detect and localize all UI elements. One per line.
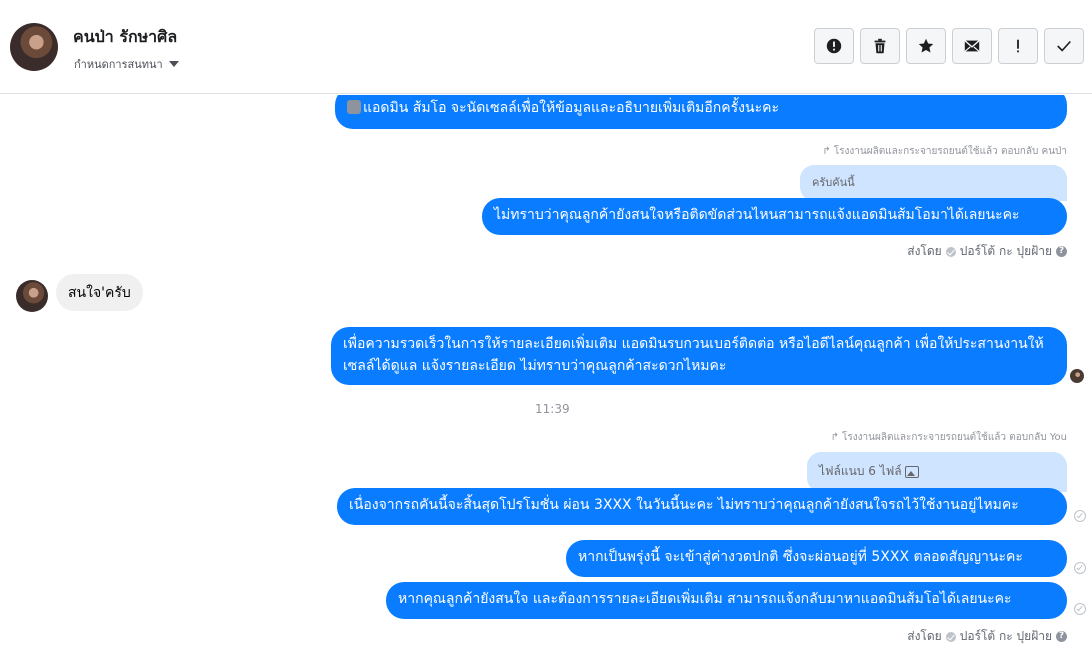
read-receipt-avatar bbox=[1070, 369, 1084, 383]
incoming-message[interactable]: สนใจ'ครับ bbox=[56, 274, 143, 311]
sent-check-icon bbox=[1074, 510, 1086, 522]
assign-conversation-dropdown[interactable]: กำหนดการสนทนา bbox=[74, 55, 179, 73]
alert-circle-icon bbox=[826, 38, 842, 54]
sent-check-icon bbox=[1074, 603, 1086, 615]
contact-avatar[interactable] bbox=[10, 23, 58, 71]
sent-check-icon bbox=[1074, 562, 1086, 574]
message-text: แอดมิน ส้มโอ จะนัดเซลล์เพื่อให้ข้อมูลและ… bbox=[363, 100, 779, 116]
sent-by-label: ส่งโดย bbox=[907, 629, 942, 643]
trash-icon bbox=[874, 38, 886, 54]
assign-label: กำหนดการสนทนา bbox=[74, 58, 163, 71]
check-icon bbox=[1057, 40, 1071, 52]
reply-arrow-icon: ↱ bbox=[822, 146, 831, 157]
quoted-message[interactable]: ครับคันนี้ bbox=[800, 165, 1067, 201]
exclamation-icon bbox=[1017, 39, 1019, 53]
verified-icon bbox=[945, 246, 956, 257]
outgoing-message[interactable]: หากเป็นพรุ่งนี้ จะเข้าสู่ค่างวดปกติ ซึ่ง… bbox=[566, 540, 1067, 577]
done-button[interactable] bbox=[1044, 28, 1084, 64]
quoted-text: ไฟล์แนบ 6 ไฟล์ bbox=[819, 464, 902, 478]
spam-button[interactable] bbox=[814, 28, 854, 64]
quoted-attachment[interactable]: ไฟล์แนบ 6 ไฟล์ bbox=[807, 452, 1067, 492]
image-icon bbox=[905, 465, 920, 478]
star-icon bbox=[918, 38, 934, 53]
verified-icon bbox=[945, 631, 956, 642]
help-icon[interactable]: ? bbox=[1056, 631, 1067, 642]
message-thread[interactable]: แอดมิน ส้มโอ จะนัดเซลล์เพื่อให้ข้อมูลและ… bbox=[0, 95, 1092, 670]
conversation-toolbar bbox=[814, 28, 1084, 64]
sent-by-label: ส่งโดย bbox=[907, 244, 942, 258]
delete-button[interactable] bbox=[860, 28, 900, 64]
reply-context-text: โรงงานผลิตและกระจายรถยนต์ใช้แล้ว ตอบกลับ… bbox=[842, 432, 1067, 443]
outgoing-message[interactable]: หากคุณลูกค้ายังสนใจ และต้องการรายละเอียด… bbox=[386, 582, 1067, 619]
sent-by-info: ส่งโดย ปอร์โต้ กะ ปุยฝ้าย ? bbox=[907, 627, 1067, 646]
contact-name[interactable]: คนป่า รักษาศิล bbox=[73, 25, 177, 50]
outgoing-message[interactable]: ไม่ทราบว่าคุณลูกค้ายังสนใจหรือติดขัดส่วน… bbox=[482, 198, 1067, 235]
help-icon[interactable]: ? bbox=[1056, 246, 1067, 257]
outgoing-message[interactable]: แอดมิน ส้มโอ จะนัดเซลล์เพื่อให้ข้อมูลและ… bbox=[335, 95, 1067, 129]
outgoing-message[interactable]: เนื่องจากรถคันนี้จะสิ้นสุดโปรโมชั่น ผ่อน… bbox=[337, 488, 1067, 525]
people-emoji-icon bbox=[347, 100, 361, 114]
outgoing-message[interactable]: เพื่อความรวดเร็วในการให้รายละเอียดเพิ่มเ… bbox=[331, 327, 1067, 385]
reply-arrow-icon: ↱ bbox=[830, 432, 840, 443]
quoted-text: ครับคันนี้ bbox=[812, 176, 855, 189]
sent-by-info: ส่งโดย ปอร์โต้ กะ ปุยฝ้าย ? bbox=[907, 242, 1067, 261]
sender-name[interactable]: ปอร์โต้ กะ ปุยฝ้าย bbox=[960, 627, 1052, 646]
caret-down-icon bbox=[168, 61, 179, 67]
follow-up-button[interactable] bbox=[998, 28, 1038, 64]
envelope-icon bbox=[964, 40, 980, 52]
message-timestamp: 11:39 bbox=[535, 402, 570, 416]
mark-unread-button[interactable] bbox=[952, 28, 992, 64]
conversation-header: คนป่า รักษาศิล กำหนดการสนทนา bbox=[0, 0, 1092, 94]
reply-context-text: โรงงานผลิตและกระจายรถยนต์ใช้แล้ว ตอบกลับ… bbox=[833, 146, 1067, 157]
star-button[interactable] bbox=[906, 28, 946, 64]
reply-context: ↱ โรงงานผลิตและกระจายรถยนต์ใช้แล้ว ตอบกลั… bbox=[822, 144, 1067, 159]
sender-name[interactable]: ปอร์โต้ กะ ปุยฝ้าย bbox=[960, 242, 1052, 261]
reply-context: ↱ โรงงานผลิตและกระจายรถยนต์ใช้แล้ว ตอบกลั… bbox=[831, 430, 1067, 445]
contact-avatar-small[interactable] bbox=[16, 280, 48, 312]
